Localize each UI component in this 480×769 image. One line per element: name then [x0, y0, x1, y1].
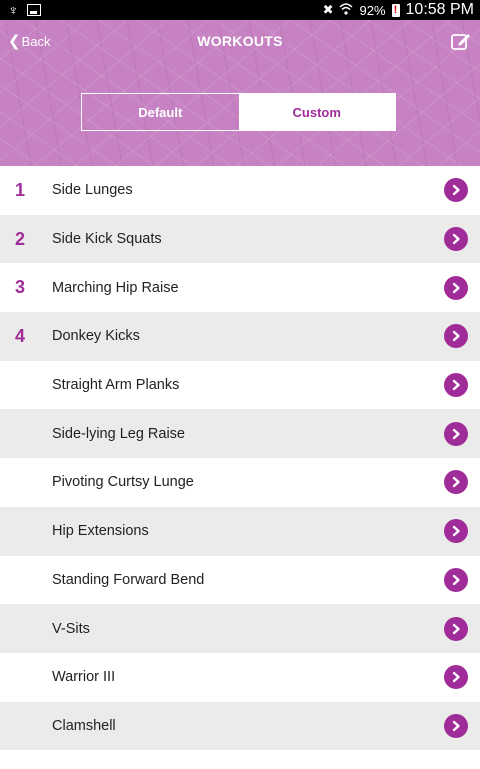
- clock: 10:58 PM: [405, 1, 474, 18]
- list-item[interactable]: Side-lying Leg Raise: [0, 409, 480, 459]
- chevron-right-icon[interactable]: [444, 324, 468, 349]
- list-item[interactable]: Clamshell: [0, 701, 480, 751]
- list-item[interactable]: 2 Side Kick Squats: [0, 214, 480, 264]
- chevron-right-icon[interactable]: [444, 178, 468, 203]
- item-number: 4: [15, 325, 26, 346]
- mute-icon: ✖: [322, 2, 334, 17]
- wifi-icon: [339, 2, 354, 18]
- status-left: ♆: [0, 3, 41, 17]
- chevron-right-icon[interactable]: [444, 665, 468, 690]
- item-name: Side-lying Leg Raise: [52, 425, 185, 442]
- item-name: Warrior III: [52, 669, 116, 686]
- status-right: ✖ 92% 10:58 PM: [323, 1, 480, 19]
- list-item[interactable]: Pivoting Curtsy Lunge: [0, 458, 480, 507]
- list-item[interactable]: V-Sits: [0, 604, 480, 653]
- segment-custom[interactable]: Custom: [238, 94, 395, 130]
- workout-list: 1 Side Lunges 2 Side Kick Squats 3 March…: [0, 166, 480, 751]
- chevron-right-icon[interactable]: [444, 470, 468, 495]
- battery-percent: 92%: [359, 2, 386, 18]
- edit-button[interactable]: [450, 30, 472, 52]
- item-name: Straight Arm Planks: [52, 377, 180, 394]
- chevron-right-icon[interactable]: [444, 567, 468, 592]
- item-name: Hip Extensions: [52, 523, 149, 540]
- list-item[interactable]: Hip Extensions: [0, 506, 480, 556]
- list-item[interactable]: 4 Donkey Kicks: [0, 312, 480, 361]
- chevron-right-icon[interactable]: [444, 421, 468, 446]
- item-number: 2: [15, 228, 26, 249]
- edit-icon: [451, 34, 470, 50]
- list-item[interactable]: Straight Arm Planks: [0, 361, 480, 410]
- header: ❮ Back WORKOUTS Default Custom: [0, 20, 480, 166]
- item-name: Pivoting Curtsy Lunge: [52, 474, 194, 491]
- item-name: Standing Forward Bend: [52, 571, 205, 588]
- usb-icon: ♆: [8, 2, 19, 18]
- battery-icon: [391, 3, 400, 17]
- chevron-right-icon[interactable]: [444, 373, 468, 398]
- chevron-right-icon[interactable]: [444, 519, 468, 544]
- item-number: 1: [15, 179, 26, 200]
- chevron-right-icon[interactable]: [444, 616, 468, 641]
- item-name: Side Kick Squats: [52, 231, 162, 248]
- gallery-icon: [26, 4, 41, 16]
- chevron-right-icon[interactable]: [444, 713, 468, 738]
- item-name: Side Lunges: [52, 182, 133, 199]
- item-name: Clamshell: [52, 717, 116, 734]
- chevron-right-icon[interactable]: [444, 275, 468, 300]
- list-item[interactable]: 3 Marching Hip Raise: [0, 263, 480, 312]
- chevron-right-icon[interactable]: [444, 227, 468, 252]
- item-name: Donkey Kicks: [52, 328, 140, 345]
- segmented-control: Default Custom: [81, 93, 396, 131]
- page-title: WORKOUTS: [197, 33, 283, 49]
- segment-default[interactable]: Default: [82, 94, 239, 130]
- status-bar: ♆ ✖ 92% 10:58 PM: [0, 0, 480, 20]
- list-item[interactable]: Standing Forward Bend: [0, 556, 480, 605]
- item-name: V-Sits: [52, 620, 90, 637]
- list-item[interactable]: Warrior III: [0, 653, 480, 702]
- item-number: 3: [15, 277, 26, 298]
- list-item[interactable]: 1 Side Lunges: [0, 166, 480, 215]
- item-name: Marching Hip Raise: [52, 279, 179, 296]
